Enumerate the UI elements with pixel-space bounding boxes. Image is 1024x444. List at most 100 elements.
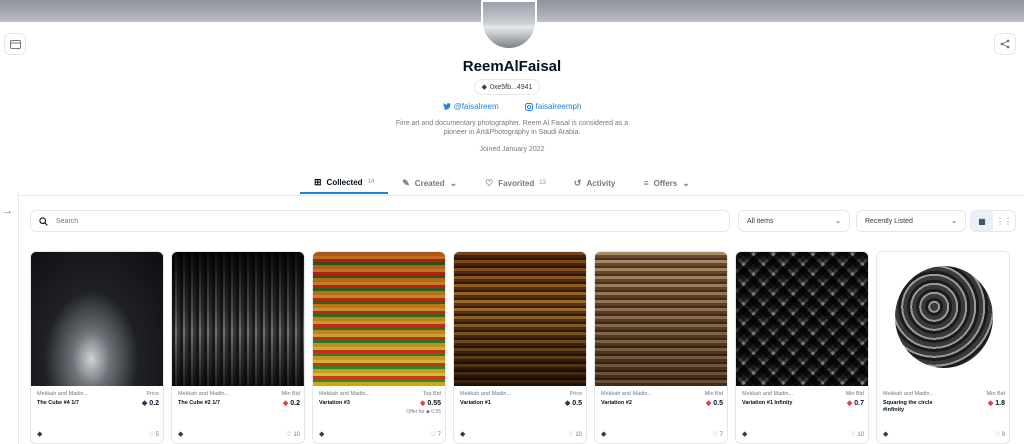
item-card[interactable]: Mekkah and Madin... Variation #3 Top Bid… bbox=[312, 251, 446, 444]
like-button[interactable]: ♡ 5 bbox=[149, 431, 159, 438]
item-grid: Mekkah and Madin... The Cube #4 1/7 Pric… bbox=[30, 251, 1010, 444]
tab-label: Collected bbox=[326, 177, 363, 187]
tab-collected[interactable]: ⊞ Collected 14 bbox=[300, 172, 389, 194]
view-toggle: ▦ ⋮⋮ bbox=[970, 210, 1016, 232]
wallet-address-button[interactable]: ◆ 0xe5fb...4941 bbox=[474, 79, 540, 95]
item-title[interactable]: The Cube #2 1/7 bbox=[178, 400, 300, 406]
item-price: ◆ 0.5 bbox=[706, 399, 723, 407]
like-button[interactable]: ♡ 9 bbox=[995, 431, 1005, 438]
like-button[interactable]: ♡ 10 bbox=[850, 431, 864, 438]
item-image[interactable] bbox=[313, 252, 445, 386]
ethereum-icon: ◆ bbox=[601, 431, 607, 438]
large-grid-icon: ▦ bbox=[978, 216, 986, 226]
item-image[interactable] bbox=[31, 252, 163, 386]
item-price-label: Top Bid bbox=[422, 391, 441, 397]
item-price-value: 0.2 bbox=[290, 400, 300, 407]
item-image[interactable] bbox=[877, 252, 1009, 386]
item-footer: ◆ ♡ 5 bbox=[31, 424, 163, 443]
item-footer: ◆ ♡ 7 bbox=[595, 424, 727, 443]
item-title[interactable]: Variation #2 bbox=[601, 400, 723, 406]
history-icon: ↺ bbox=[573, 177, 582, 188]
tab-created[interactable]: ✎ Created ⌄ bbox=[388, 172, 471, 194]
item-collection[interactable]: Mekkah and Madin... bbox=[460, 391, 582, 397]
large-grid-button[interactable]: ▦ bbox=[971, 211, 993, 231]
tabs-divider bbox=[18, 195, 1024, 196]
item-card[interactable]: Mekkah and Madin... Variation #1 Infinit… bbox=[735, 251, 869, 444]
tab-count: 13 bbox=[539, 180, 546, 186]
item-image[interactable] bbox=[736, 252, 868, 386]
ethereum-icon: ◆ bbox=[742, 431, 748, 438]
item-image[interactable] bbox=[454, 252, 586, 386]
item-footer: ◆ ♡ 10 bbox=[736, 424, 868, 443]
item-price-label: Price bbox=[569, 391, 582, 397]
item-meta: Mekkah and Madin... Variation #1 Infinit… bbox=[742, 391, 864, 407]
item-image[interactable] bbox=[595, 252, 727, 386]
item-price-value: 1.8 bbox=[995, 400, 1005, 407]
tab-label: Created bbox=[414, 178, 445, 188]
image-plus-icon: ⊞ bbox=[314, 176, 322, 187]
ethereum-icon: ◆ bbox=[987, 400, 994, 407]
tab-label: Favorited bbox=[498, 178, 535, 188]
like-button[interactable]: ♡ 10 bbox=[286, 431, 300, 438]
like-count: 9 bbox=[1001, 431, 1005, 438]
tab-offers[interactable]: ≡ Offers ⌄ bbox=[629, 172, 703, 194]
profile-avatar[interactable] bbox=[481, 0, 537, 50]
instagram-icon bbox=[524, 102, 533, 111]
twitter-handle: @faisalreem bbox=[453, 102, 499, 111]
item-title[interactable]: Variation #1 Infinity bbox=[742, 400, 864, 406]
list-icon: ≡ bbox=[643, 178, 649, 188]
sidebar-toggle-button[interactable] bbox=[4, 33, 26, 55]
sort-value: Recently Listed bbox=[865, 217, 913, 225]
search-box[interactable] bbox=[30, 210, 730, 232]
small-grid-button[interactable]: ⋮⋮ bbox=[993, 211, 1015, 231]
item-title[interactable]: Squaring the circle bbox=[883, 400, 1005, 406]
search-input[interactable] bbox=[56, 217, 656, 225]
item-image[interactable] bbox=[172, 252, 304, 386]
item-title[interactable]: The Cube #4 1/7 bbox=[37, 400, 159, 406]
item-price-value: 0.2 bbox=[149, 400, 159, 407]
share-button[interactable] bbox=[994, 33, 1016, 55]
sort-select[interactable]: Recently Listed ⌄ bbox=[856, 210, 966, 232]
tab-favorited[interactable]: ♡ Favorited 13 bbox=[471, 172, 560, 194]
item-card[interactable]: Mekkah and Madin... Squaring the circle … bbox=[876, 251, 1010, 444]
brush-icon: ✎ bbox=[402, 177, 410, 188]
ethereum-icon: ◆ bbox=[460, 431, 466, 438]
item-meta: Mekkah and Madin... Variation #3 Top Bid… bbox=[319, 391, 441, 415]
like-button[interactable]: ♡ 10 bbox=[568, 431, 582, 438]
twitter-icon bbox=[442, 103, 451, 110]
profile-tabs: ⊞ Collected 14 ✎ Created ⌄ ♡ Favorited 1… bbox=[300, 172, 704, 196]
heart-icon: ♡ bbox=[485, 177, 494, 188]
chevron-down-icon: ⌄ bbox=[682, 177, 690, 188]
like-count: 5 bbox=[155, 431, 159, 438]
item-collection[interactable]: Mekkah and Madin... bbox=[37, 391, 159, 397]
like-button[interactable]: ♡ 7 bbox=[431, 431, 441, 438]
expand-sidebar-arrow-icon[interactable]: → bbox=[2, 205, 13, 217]
item-card[interactable]: Mekkah and Madin... The Cube #4 1/7 Pric… bbox=[30, 251, 164, 444]
twitter-link[interactable]: @faisalreem bbox=[442, 102, 499, 111]
tab-label: Activity bbox=[586, 178, 616, 188]
item-title-line2[interactable]: #infinity bbox=[883, 407, 1005, 413]
item-card[interactable]: Mekkah and Madin... Variation #2 Min Bid… bbox=[594, 251, 728, 444]
instagram-handle: faisalreemph bbox=[535, 102, 582, 111]
item-footer: ◆ ♡ 7 bbox=[313, 424, 445, 443]
joined-date: Joined January 2022 bbox=[479, 146, 545, 153]
instagram-link[interactable]: faisalreemph bbox=[524, 102, 582, 111]
item-meta: Mekkah and Madin... Variation #2 Min Bid… bbox=[601, 391, 723, 407]
item-card[interactable]: Mekkah and Madin... Variation #1 Price ◆… bbox=[453, 251, 587, 444]
item-title[interactable]: Variation #1 bbox=[460, 400, 582, 406]
like-count: 7 bbox=[437, 431, 441, 438]
ethereum-icon: ◆ bbox=[37, 431, 43, 438]
item-footer: ◆ ♡ 10 bbox=[172, 424, 304, 443]
tab-activity[interactable]: ↺ Activity bbox=[560, 172, 629, 194]
like-count: 10 bbox=[857, 431, 864, 438]
item-card[interactable]: Mekkah and Madin... The Cube #2 1/7 Min … bbox=[171, 251, 305, 444]
item-meta: Mekkah and Madin... Variation #1 Price ◆… bbox=[460, 391, 582, 407]
ethereum-icon: ◆ bbox=[481, 84, 487, 91]
wallet-address-text: 0xe5fb...4941 bbox=[489, 83, 533, 91]
ethereum-icon: ◆ bbox=[319, 431, 325, 438]
items-filter-select[interactable]: All items ⌄ bbox=[738, 210, 850, 232]
tab-count: 14 bbox=[367, 179, 375, 185]
like-button[interactable]: ♡ 7 bbox=[713, 431, 723, 438]
chevron-down-icon: ⌄ bbox=[835, 218, 841, 225]
item-price-label: Min Bid bbox=[704, 391, 723, 397]
